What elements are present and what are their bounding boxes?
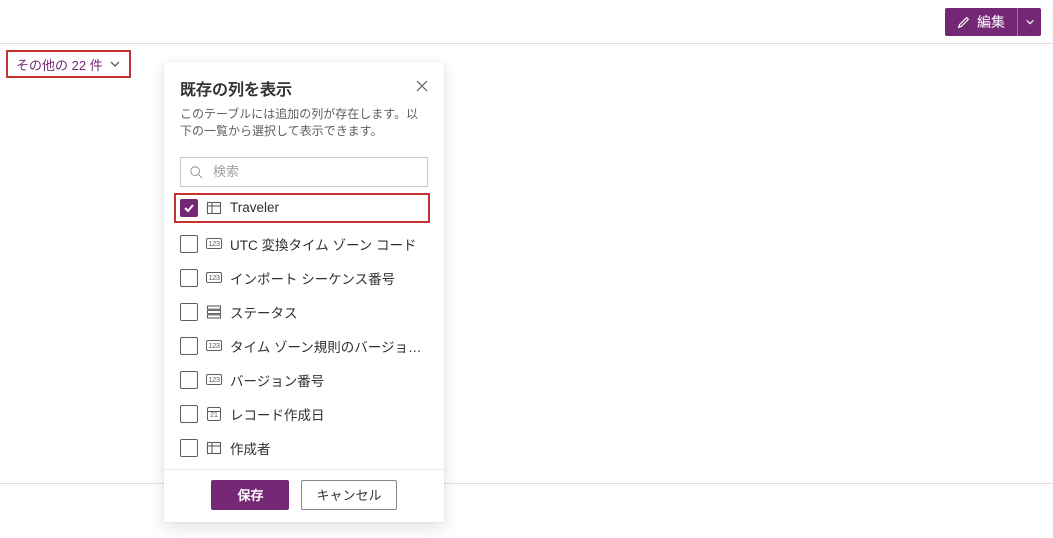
close-icon xyxy=(416,80,428,92)
column-checkbox[interactable] xyxy=(180,439,198,457)
column-row[interactable]: 123 インポート シーケンス番号 xyxy=(180,261,440,295)
columns-list[interactable]: Traveler 123 UTC 変換タイム ゾーン コード 123 インポート シーケ… xyxy=(164,193,444,469)
column-checkbox[interactable] xyxy=(180,405,198,423)
column-checkbox[interactable] xyxy=(180,371,198,389)
column-row[interactable]: 作成者 xyxy=(180,431,440,465)
column-label: UTC 変換タイム ゾーン コード xyxy=(230,234,417,254)
column-type-icon xyxy=(206,440,222,456)
column-label: バージョン番号 xyxy=(230,370,324,390)
cancel-button-label: キャンセル xyxy=(316,485,381,504)
column-type-icon: 123 xyxy=(206,338,222,354)
column-type-icon: 21 xyxy=(206,406,222,422)
column-checkbox[interactable] xyxy=(180,235,198,253)
column-row[interactable]: 作成者 (代理) xyxy=(180,465,440,469)
close-button[interactable] xyxy=(412,76,432,96)
column-label: インポート シーケンス番号 xyxy=(230,268,395,288)
column-type-icon xyxy=(206,304,222,320)
search-icon xyxy=(189,165,203,179)
chevron-down-icon xyxy=(107,56,123,72)
column-row[interactable]: ステータス xyxy=(180,295,440,329)
column-type-icon: 123 xyxy=(206,236,222,252)
more-columns-dropdown[interactable]: その他の 22 件 xyxy=(6,50,131,78)
popover-title: 既存の列を表示 xyxy=(180,76,428,100)
column-row[interactable]: 123 タイム ゾーン規則のバージョン番号 xyxy=(180,329,440,363)
save-button-label: 保存 xyxy=(237,485,263,504)
cancel-button[interactable]: キャンセル xyxy=(301,480,396,510)
more-columns-label: その他の 22 件 xyxy=(16,55,103,74)
edit-button[interactable]: 編集 xyxy=(945,8,1017,36)
column-type-icon: 123 xyxy=(206,372,222,388)
search-input[interactable] xyxy=(211,163,419,180)
column-row[interactable]: Traveler xyxy=(174,193,430,223)
column-type-icon xyxy=(206,200,222,216)
edit-split-button: 編集 xyxy=(945,8,1041,36)
edit-dropdown-button[interactable] xyxy=(1017,8,1041,36)
column-label: Traveler xyxy=(230,200,279,215)
popover-subtitle: このテーブルには追加の列が存在します。以下の一覧から選択して表示できます。 xyxy=(180,106,428,141)
column-checkbox[interactable] xyxy=(180,303,198,321)
column-row[interactable]: 21 レコード作成日 xyxy=(180,397,440,431)
column-row[interactable]: 123 UTC 変換タイム ゾーン コード xyxy=(180,227,440,261)
column-type-icon: 123 xyxy=(206,270,222,286)
column-checkbox[interactable] xyxy=(180,269,198,287)
column-checkbox[interactable] xyxy=(180,337,198,355)
column-label: レコード作成日 xyxy=(230,404,325,424)
pencil-icon xyxy=(957,15,971,29)
column-label: タイム ゾーン規則のバージョン番号 xyxy=(230,336,434,356)
chevron-down-icon xyxy=(1025,17,1035,27)
edit-button-label: 編集 xyxy=(977,12,1005,32)
column-label: ステータス xyxy=(230,302,298,322)
save-button[interactable]: 保存 xyxy=(211,480,289,510)
column-label: 作成者 xyxy=(230,438,271,458)
footer-divider xyxy=(0,483,1053,484)
column-row[interactable]: 123 バージョン番号 xyxy=(180,363,440,397)
show-existing-columns-popover: 既存の列を表示 このテーブルには追加の列が存在します。以下の一覧から選択して表示… xyxy=(164,62,444,522)
search-field-wrapper xyxy=(180,157,428,187)
column-checkbox[interactable] xyxy=(180,199,198,217)
